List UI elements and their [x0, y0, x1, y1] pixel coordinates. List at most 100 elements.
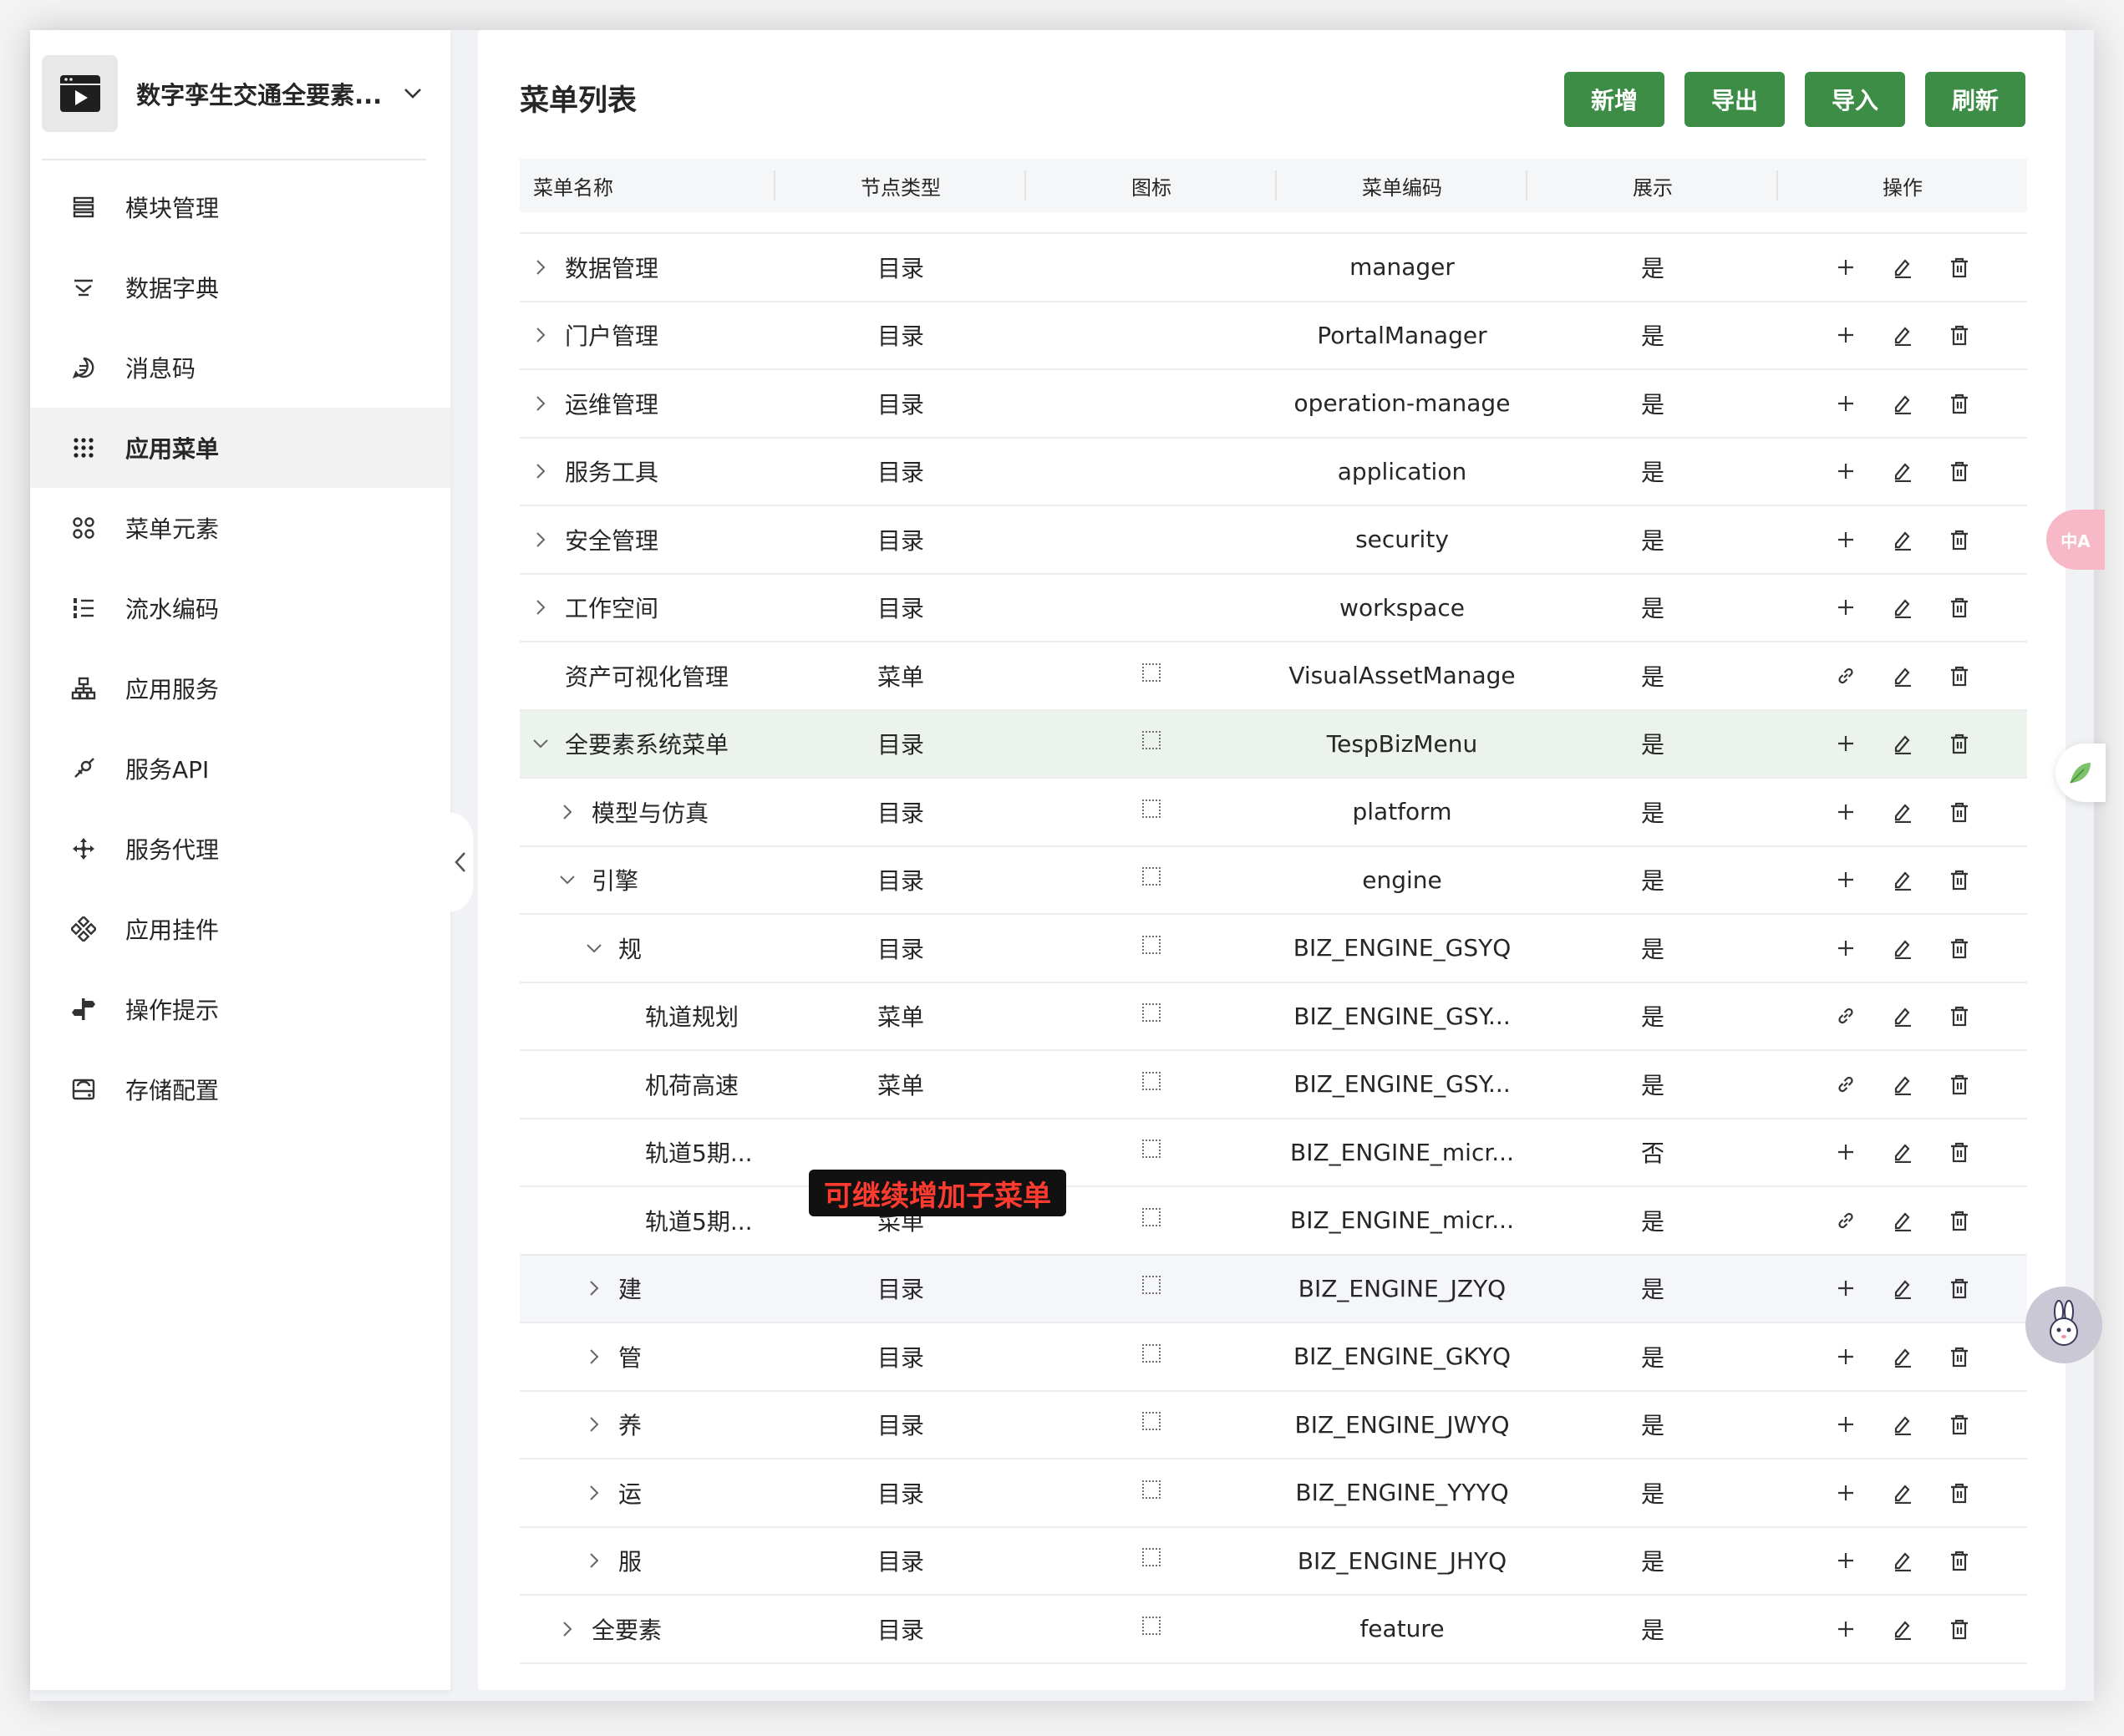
link-icon[interactable] — [1832, 1206, 1860, 1235]
delete-icon[interactable] — [1945, 457, 1974, 485]
table-row[interactable]: 工作空间 目录 workspace 是 — [520, 575, 2027, 642]
expand-icon[interactable] — [582, 1548, 607, 1573]
table-row[interactable]: 全要素系统菜单 目录 TespBizMenu 是 — [520, 710, 2027, 779]
add-child-icon[interactable] — [1832, 1343, 1860, 1371]
expand-icon[interactable] — [528, 459, 553, 484]
table-row[interactable]: 运 目录 BIZ_ENGINE_YYYQ 是 — [520, 1459, 2027, 1528]
table-row[interactable]: 资产可视化管理 菜单 VisualAssetManage 是 — [520, 642, 2027, 711]
link-icon[interactable] — [1832, 662, 1860, 690]
edit-icon[interactable] — [1888, 525, 1917, 554]
edit-icon[interactable] — [1888, 1206, 1917, 1235]
delete-icon[interactable] — [1945, 1274, 1974, 1302]
edit-icon[interactable] — [1888, 321, 1917, 349]
add-child-icon[interactable] — [1832, 798, 1860, 826]
edit-icon[interactable] — [1888, 865, 1917, 894]
add-child-icon[interactable] — [1832, 593, 1860, 622]
delete-icon[interactable] — [1945, 389, 1974, 418]
expand-icon[interactable] — [582, 1480, 607, 1505]
edit-icon[interactable] — [1888, 1546, 1917, 1575]
add-child-icon[interactable] — [1832, 1615, 1860, 1643]
delete-icon[interactable] — [1945, 1002, 1974, 1030]
edit-icon[interactable] — [1888, 662, 1917, 690]
sidebar-item-6[interactable]: 应用服务 — [30, 648, 450, 728]
add-button[interactable]: 新增 — [1564, 72, 1664, 127]
edit-icon[interactable] — [1888, 389, 1917, 418]
add-child-icon[interactable] — [1832, 389, 1860, 418]
table-row[interactable]: 安全管理 目录 security 是 — [520, 506, 2027, 575]
table-row[interactable]: 运维管理 目录 operation-manage 是 — [520, 370, 2027, 439]
edit-icon[interactable] — [1888, 934, 1917, 962]
expand-icon[interactable] — [582, 1276, 607, 1301]
expand-icon[interactable] — [528, 391, 553, 416]
delete-icon[interactable] — [1945, 525, 1974, 554]
edit-icon[interactable] — [1888, 1410, 1917, 1439]
link-icon[interactable] — [1832, 1070, 1860, 1099]
sidebar-item-11[interactable]: 存储配置 — [30, 1049, 450, 1129]
table-row[interactable]: 养 目录 BIZ_ENGINE_JWYQ 是 — [520, 1392, 2027, 1459]
add-child-icon[interactable] — [1832, 457, 1860, 485]
sidebar-item-5[interactable]: 流水编码 — [30, 568, 450, 648]
delete-icon[interactable] — [1945, 253, 1974, 282]
sidebar-item-4[interactable]: 菜单元素 — [30, 488, 450, 568]
add-child-icon[interactable] — [1832, 1546, 1860, 1575]
sidebar-item-0[interactable]: 模块管理 — [30, 167, 450, 247]
expand-icon[interactable] — [582, 1344, 607, 1369]
import-button[interactable]: 导入 — [1805, 72, 1905, 127]
expand-icon[interactable] — [528, 595, 553, 620]
expand-icon[interactable] — [528, 255, 553, 280]
refresh-button[interactable]: 刷新 — [1925, 72, 2025, 127]
edit-icon[interactable] — [1888, 798, 1917, 826]
sidebar-item-7[interactable]: 服务API — [30, 728, 450, 809]
table-row[interactable]: 管 目录 BIZ_ENGINE_GKYQ 是 — [520, 1323, 2027, 1392]
delete-icon[interactable] — [1945, 1615, 1974, 1643]
delete-icon[interactable] — [1945, 934, 1974, 962]
sidebar-item-10[interactable]: 操作提示 — [30, 969, 450, 1049]
delete-icon[interactable] — [1945, 1479, 1974, 1507]
add-child-icon[interactable] — [1832, 253, 1860, 282]
collapse-icon[interactable] — [582, 936, 607, 961]
delete-icon[interactable] — [1945, 1206, 1974, 1235]
table-row[interactable]: 规 目录 BIZ_ENGINE_GSYQ 是 — [520, 915, 2027, 983]
edit-icon[interactable] — [1888, 457, 1917, 485]
sidebar-item-1[interactable]: 数据字典 — [30, 247, 450, 327]
delete-icon[interactable] — [1945, 1410, 1974, 1439]
delete-icon[interactable] — [1945, 1070, 1974, 1099]
add-child-icon[interactable] — [1832, 1410, 1860, 1439]
edit-icon[interactable] — [1888, 729, 1917, 758]
table-row[interactable]: 服 目录 BIZ_ENGINE_JHYQ 是 — [520, 1528, 2027, 1596]
sidebar-item-2[interactable]: 消息码 — [30, 327, 450, 408]
sidebar-collapse-button[interactable] — [448, 812, 473, 912]
expand-icon[interactable] — [582, 1412, 607, 1437]
add-child-icon[interactable] — [1832, 321, 1860, 349]
edit-icon[interactable] — [1888, 1070, 1917, 1099]
edit-icon[interactable] — [1888, 1274, 1917, 1302]
collapse-icon[interactable] — [555, 867, 580, 892]
add-child-icon[interactable] — [1832, 865, 1860, 894]
add-child-icon[interactable] — [1832, 729, 1860, 758]
app-switcher[interactable]: 数字孪生交通全要素... — [42, 55, 426, 132]
sidebar-item-8[interactable]: 服务代理 — [30, 809, 450, 889]
add-child-icon[interactable] — [1832, 1138, 1860, 1166]
table-row[interactable]: 引擎 目录 engine 是 — [520, 847, 2027, 915]
edit-icon[interactable] — [1888, 593, 1917, 622]
expand-icon[interactable] — [555, 799, 580, 825]
delete-icon[interactable] — [1945, 729, 1974, 758]
edit-icon[interactable] — [1888, 1002, 1917, 1030]
edit-icon[interactable] — [1888, 1479, 1917, 1507]
delete-icon[interactable] — [1945, 593, 1974, 622]
delete-icon[interactable] — [1945, 1138, 1974, 1166]
link-icon[interactable] — [1832, 1002, 1860, 1030]
table-row[interactable]: 轨道5期... BIZ_ENGINE_micr... 否 — [520, 1119, 2027, 1187]
edit-icon[interactable] — [1888, 1138, 1917, 1166]
expand-icon[interactable] — [528, 322, 553, 348]
delete-icon[interactable] — [1945, 865, 1974, 894]
table-row[interactable]: 机荷高速 菜单 BIZ_ENGINE_GSY... 是 — [520, 1051, 2027, 1119]
delete-icon[interactable] — [1945, 321, 1974, 349]
sidebar-item-3[interactable]: 应用菜单 — [30, 408, 450, 488]
assistant-avatar[interactable] — [2025, 1287, 2102, 1363]
table-row[interactable]: 门户管理 目录 PortalManager 是 — [520, 302, 2027, 370]
edit-icon[interactable] — [1888, 1615, 1917, 1643]
table-row[interactable]: 服务工具 目录 application 是 — [520, 439, 2027, 506]
delete-icon[interactable] — [1945, 798, 1974, 826]
sidebar-item-9[interactable]: 应用挂件 — [30, 889, 450, 969]
